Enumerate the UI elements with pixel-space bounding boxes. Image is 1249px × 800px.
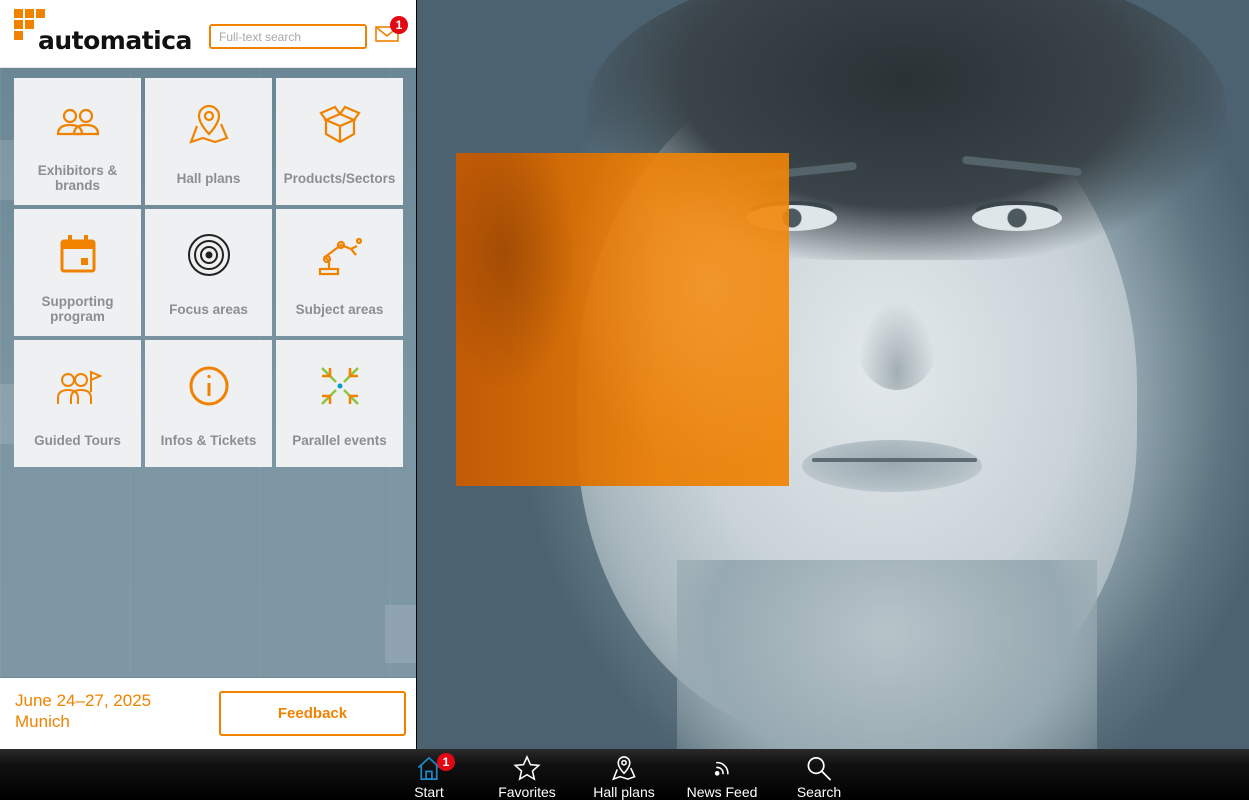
tab-label: Start xyxy=(414,784,444,800)
calendar-icon xyxy=(60,235,95,273)
rss-icon xyxy=(714,761,729,776)
tab-search[interactable]: Search xyxy=(794,749,844,800)
search-icon xyxy=(807,757,832,781)
neck-shape xyxy=(677,560,1097,749)
tile-label: Supporting program xyxy=(41,294,114,324)
tile-subject-areas[interactable]: Subject areas xyxy=(276,209,403,336)
info-footer: June 24–27, 2025 Munich Feedback xyxy=(0,678,416,749)
tile-label: Products/Sectors xyxy=(283,170,396,186)
lip-line xyxy=(812,458,977,462)
tab-label: Hall plans xyxy=(593,784,655,800)
tile-infos-tickets[interactable]: Infos & Tickets xyxy=(145,340,272,467)
bottom-tab-bar: Start 1 Favorites Hall plans News Feed S… xyxy=(0,749,1249,800)
automatica-logo[interactable]: automatica xyxy=(14,9,204,57)
logo-text: automatica xyxy=(38,26,192,55)
tile-exhibitors-brands[interactable]: Exhibitors & brands xyxy=(14,78,141,205)
tour-guide-icon xyxy=(56,370,102,404)
event-dates: June 24–27, 2025 xyxy=(15,691,152,710)
tile-label: Subject areas xyxy=(295,301,384,317)
app-header: automatica 1 xyxy=(0,0,416,68)
info-icon xyxy=(189,366,228,406)
box-icon xyxy=(318,105,361,144)
parallel-events-icon xyxy=(320,367,359,405)
tile-guided-tours[interactable]: Guided Tours xyxy=(14,340,141,467)
left-panel: automatica 1 Exhibitors & brands Hall pl… xyxy=(0,0,416,749)
background-decoration xyxy=(0,140,14,200)
full-text-search-input[interactable] xyxy=(209,24,367,49)
lips-shape xyxy=(802,440,982,492)
event-city: Munich xyxy=(15,712,70,731)
map-pin-icon xyxy=(188,104,228,144)
background-decoration xyxy=(0,384,14,444)
tab-label: Favorites xyxy=(498,784,556,800)
mail-notification-badge: 1 xyxy=(390,16,408,34)
tile-hall-plans[interactable]: Hall plans xyxy=(145,78,272,205)
tile-label: Hall plans xyxy=(176,170,241,186)
tab-label: Search xyxy=(796,784,842,800)
star-icon xyxy=(513,755,541,781)
tab-news-feed[interactable]: News Feed xyxy=(686,749,758,800)
hero-portrait-image xyxy=(417,0,1249,749)
tab-label: News Feed xyxy=(686,784,758,800)
eye xyxy=(972,205,1062,231)
people-icon xyxy=(56,108,99,136)
tile-focus-areas[interactable]: Focus areas xyxy=(145,209,272,336)
target-icon xyxy=(187,234,230,276)
tile-supporting-program[interactable]: Supporting program xyxy=(14,209,141,336)
tile-label: Infos & Tickets xyxy=(160,432,257,448)
event-date-location: June 24–27, 2025 Munich xyxy=(15,690,151,732)
orange-overlay-square xyxy=(456,153,789,486)
tile-label: Focus areas xyxy=(169,301,248,317)
nose-shape xyxy=(857,300,937,390)
background-decoration xyxy=(385,605,416,663)
tile-label: Guided Tours xyxy=(34,432,121,448)
start-notification-badge: 1 xyxy=(437,753,455,771)
map-pin-icon xyxy=(612,756,636,781)
tile-products-sectors[interactable]: Products/Sectors xyxy=(276,78,403,205)
tab-hall-plans[interactable]: Hall plans xyxy=(589,749,659,800)
robot-arm-icon xyxy=(318,237,362,276)
tile-label: Exhibitors & brands xyxy=(37,163,118,193)
tile-parallel-events[interactable]: Parallel events xyxy=(276,340,403,467)
tile-label: Parallel events xyxy=(292,432,387,448)
tab-favorites[interactable]: Favorites xyxy=(492,749,562,800)
feedback-button[interactable]: Feedback xyxy=(219,691,406,736)
